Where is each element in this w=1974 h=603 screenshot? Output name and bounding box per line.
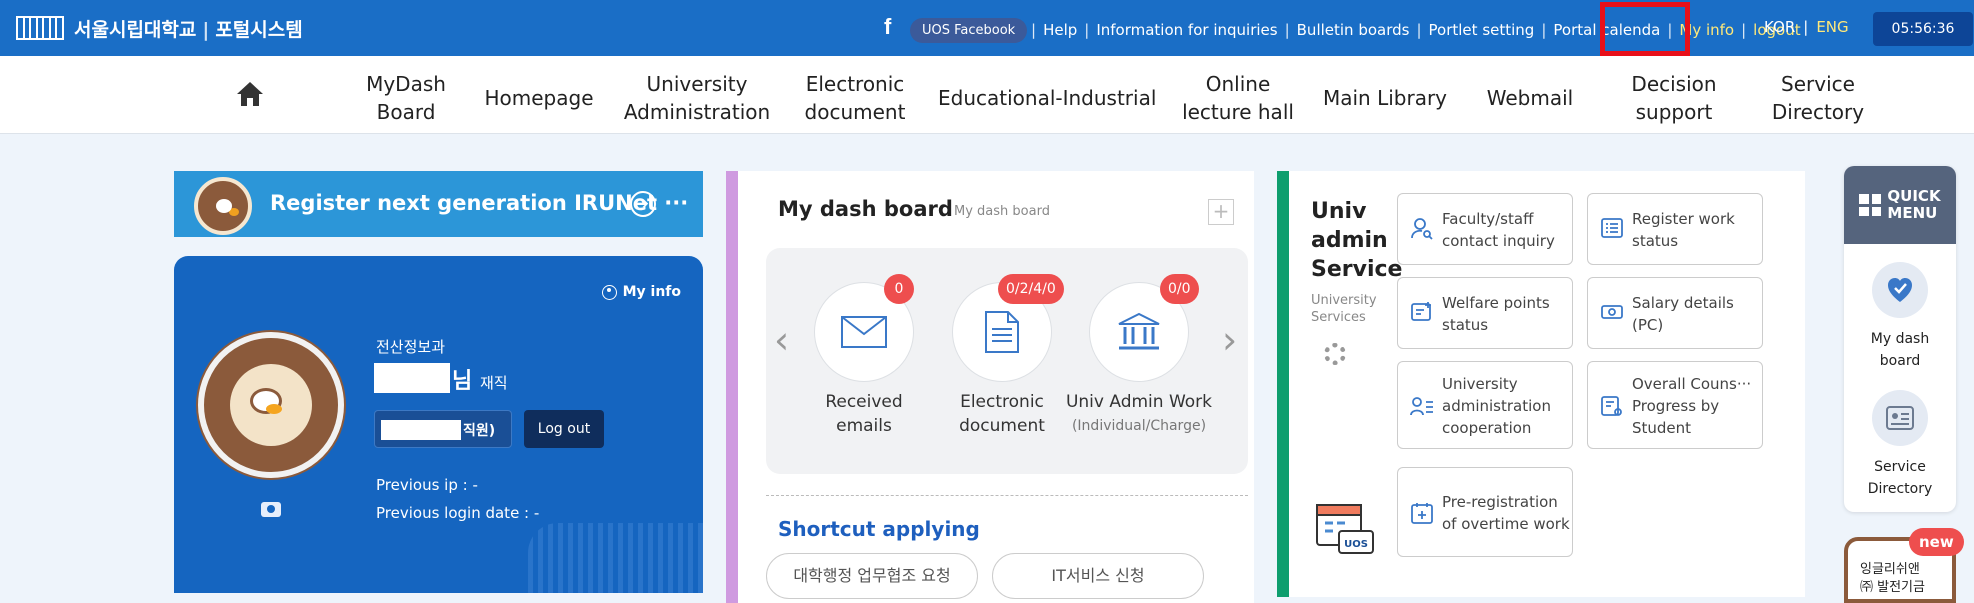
bulletin-boards-link[interactable]: Bulletin boards [1297, 21, 1410, 39]
heart-shield-icon [1888, 278, 1912, 302]
service-faculty-contact-inquiry[interactable]: Faculty/staff contact inquiry [1397, 193, 1573, 265]
dash-subtitle: My dash board [954, 204, 1050, 219]
dash-item-electronic-document[interactable]: Electronic document 0/2/4/0 [940, 274, 1064, 438]
facebook-icon[interactable]: f [884, 14, 891, 40]
logo-system-name: 포털시스템 [215, 18, 303, 41]
nav-homepage[interactable]: Homepage [484, 84, 594, 112]
quick-my-dash-board[interactable]: My dash board [1844, 262, 1956, 372]
dash-item-univ-admin-work[interactable]: Univ Admin Work (Individual/Charge) 0/0 [1064, 274, 1214, 438]
list-icon [1601, 218, 1623, 238]
name-honorific: 님 [452, 369, 473, 394]
dash-panel: ‹ › Received emails 0 Electronic document … [766, 248, 1248, 474]
register-irunet-banner[interactable]: Register next generation IRUNet ··· ➔ [174, 171, 703, 237]
language-switch: KOR | ENG [1764, 18, 1849, 36]
document-icon [985, 311, 1019, 353]
employment-status: 재직 [480, 374, 508, 392]
person-search-icon [1411, 218, 1433, 240]
mail-icon [841, 316, 887, 348]
redacted-user-id [381, 420, 461, 440]
help-link[interactable]: Help [1043, 21, 1077, 39]
calendar-plus-icon [1411, 503, 1433, 524]
service-overall-counseling-progress[interactable]: Overall Couns··· Progress by Student [1587, 361, 1763, 449]
nav-service-directory[interactable]: Service Directory [1766, 70, 1870, 126]
new-badge: new [1909, 528, 1964, 556]
highlight-box-my-info [1600, 2, 1690, 56]
directory-icon [1886, 406, 1914, 430]
calendar-uos-icon: UOS [1316, 504, 1374, 554]
service-salary-details[interactable]: Salary details (PC) [1587, 277, 1763, 349]
arrow-right-circle-icon[interactable]: ➔ [630, 191, 656, 217]
redacted-name [374, 363, 450, 393]
logo-separator: | [202, 18, 210, 41]
nav-decision-support[interactable]: Decision support [1622, 70, 1726, 126]
quick-menu-header[interactable]: QUICK MENU [1844, 166, 1956, 244]
department-label: 전산정보과 [376, 338, 446, 356]
previous-ip: Previous ip : - [376, 476, 478, 494]
service-university-administration-cooperation[interactable]: University administration cooperation [1397, 361, 1573, 449]
add-widget-button[interactable]: + [1208, 199, 1234, 225]
inquiries-link[interactable]: Information for inquiries [1096, 21, 1277, 39]
session-clock: 05:56:36 [1873, 12, 1973, 46]
decorative-stripes [528, 523, 703, 593]
unread-email-badge: 0 [884, 274, 914, 304]
bank-icon [1118, 312, 1160, 350]
shortcut-applying-title: Shortcut applying [778, 517, 980, 541]
university-seal-icon [198, 332, 344, 478]
home-icon[interactable] [236, 81, 264, 107]
gear-icon[interactable] [1324, 343, 1346, 365]
logout-button[interactable]: Log out [524, 410, 604, 448]
register-banner-text: Register next generation IRUNet ··· [270, 191, 689, 215]
grid-icon [1859, 194, 1882, 216]
owl-mascot-icon [194, 177, 252, 235]
nav-electronic-document[interactable]: Electronic document [795, 70, 915, 126]
nav-webmail[interactable]: Webmail [1478, 84, 1582, 112]
document-count-badge: 0/2/4/0 [998, 274, 1064, 304]
lang-kor[interactable]: KOR [1764, 18, 1795, 36]
nav-mydash-board[interactable]: MyDash Board [356, 70, 456, 126]
univ-admin-subtitle: University Services [1311, 293, 1377, 325]
nav-online-lecture-hall[interactable]: Online lecture hall [1178, 70, 1298, 126]
quick-service-directory[interactable]: Service Directory [1844, 390, 1956, 500]
lang-eng[interactable]: ENG [1816, 18, 1848, 36]
nav-main-library[interactable]: Main Library [1320, 84, 1450, 112]
profile-my-info-link[interactable]: My info [601, 284, 681, 300]
dash-divider [766, 495, 1248, 496]
user-id-box: 직원) [374, 410, 512, 448]
points-icon [1411, 302, 1431, 321]
people-list-icon [1410, 397, 1433, 416]
facebook-link[interactable]: UOS Facebook [910, 18, 1028, 43]
dash-title: My dash board [778, 197, 953, 221]
portlet-setting-link[interactable]: Portlet setting [1429, 21, 1535, 39]
nav-university-administration[interactable]: University Administration [622, 70, 772, 126]
portal-logo[interactable]: 서울시립대학교 | 포털시스템 [16, 14, 303, 42]
admin-work-badge: 0/0 [1160, 274, 1199, 304]
logo-school-name: 서울시립대학교 [74, 18, 197, 41]
service-pre-registration-overtime[interactable]: Pre-registration of overtime work [1397, 467, 1573, 557]
counsel-icon [1601, 396, 1622, 416]
svg-text:UOS: UOS [1344, 539, 1368, 550]
person-icon [601, 284, 617, 300]
shortcut-admin-cooperation-button[interactable]: 대학행정 업무협조 요청 [766, 553, 978, 599]
money-icon [1601, 305, 1623, 319]
nav-educational-industrial[interactable]: Educational-Industrial [938, 84, 1156, 112]
lang-separator: | [1803, 18, 1809, 36]
service-register-work-status[interactable]: Register work status [1587, 193, 1763, 265]
main-nav: MyDash Board Homepage University Administr… [0, 56, 1974, 134]
camera-icon[interactable] [261, 502, 281, 517]
chevron-left-icon[interactable]: ‹ [774, 318, 789, 362]
profile-card: My info 전산정보과 님 재직 직원) Log out Previous … [174, 256, 703, 593]
previous-login-date: Previous login date : - [376, 504, 540, 522]
top-bar: 서울시립대학교 | 포털시스템 f UOS Facebook | Help | Inf… [0, 0, 1974, 56]
chevron-right-icon[interactable]: › [1222, 318, 1237, 362]
dash-item-received-emails[interactable]: Received emails 0 [802, 274, 926, 438]
my-dash-board-card: My dash board My dash board + ‹ › Receiv… [726, 171, 1254, 603]
univ-admin-title: Univ admin Service [1311, 199, 1403, 282]
shortcut-it-service-button[interactable]: IT서비스 신청 [992, 553, 1204, 599]
user-role: 직원) [463, 423, 496, 439]
univ-admin-service-card: Univ admin Service University Services U… [1277, 171, 1805, 597]
service-welfare-points-status[interactable]: Welfare points status [1397, 277, 1573, 349]
quick-menu: QUICK MENU My dash board Service Directory [1844, 166, 1956, 512]
uos-logo-icon [16, 16, 64, 40]
